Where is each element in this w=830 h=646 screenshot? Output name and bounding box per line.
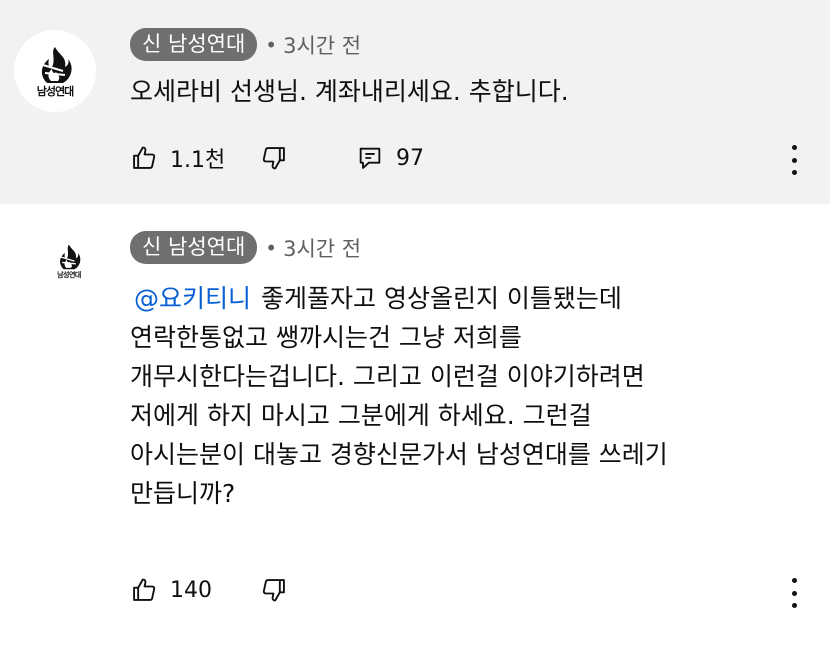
comment-line: 만듭니까?: [130, 479, 236, 508]
more-options-button[interactable]: [784, 145, 804, 175]
flame-logo-icon: [41, 47, 72, 83]
separator-dot: •: [265, 32, 278, 57]
timestamp[interactable]: 3시간 전: [283, 30, 361, 60]
timestamp[interactable]: 3시간 전: [283, 233, 361, 263]
dislike-button[interactable]: [260, 144, 356, 172]
thumb-down-icon: [262, 579, 285, 602]
thumb-up-icon: [133, 578, 156, 601]
avatar-label: 남성연대: [36, 85, 74, 98]
like-count: 140: [170, 577, 212, 603]
like-count: 1.1천: [170, 148, 226, 173]
comment-line: 개무시한다는겁니다. 그리고 이런걸 이야기하려면: [130, 362, 645, 391]
more-vert-icon: [791, 145, 797, 150]
author-name[interactable]: 신 남성연대: [130, 231, 258, 264]
avatar[interactable]: 남성연대: [40, 232, 98, 290]
comment-header: 신 남성연대 • 3시간 전: [130, 231, 361, 264]
more-vert-icon: [791, 578, 797, 583]
like-button[interactable]: 1.1천: [130, 142, 260, 174]
author-name[interactable]: 신 남성연대: [130, 28, 258, 61]
comment-line: 아시는분이 대놓고 경향신문가서 남성연대를 쓰레기: [130, 440, 668, 469]
comment-line: @요키티니 좋게풀자고 영상올린지 이틀됐는데: [130, 279, 668, 318]
avatar[interactable]: 남성연대: [14, 30, 96, 112]
comment-text: @요키티니 좋게풀자고 영상올린지 이틀됐는데 연락한통없고 쌩까시는건 그냥 저…: [130, 279, 668, 513]
avatar-label: 남성연대: [57, 271, 81, 279]
separator-dot: •: [265, 235, 278, 260]
reply-icon: [359, 147, 381, 169]
comment-actions: 1.1천 97: [130, 142, 424, 174]
comment: 남성연대 신 남성연대 • 3시간 전 @요키티니 좋게풀자고 영상올린지 이틀됐…: [0, 204, 830, 646]
thumb-up-icon: [133, 146, 156, 169]
comment-text: 오세라비 선생님. 계좌내리세요. 추합니다.: [130, 72, 569, 111]
comment-line: 오세라비 선생님. 계좌내리세요. 추합니다.: [130, 77, 569, 106]
comment-actions: 140: [130, 576, 356, 604]
thumb-down-icon: [262, 147, 285, 170]
user-mention-link[interactable]: @요키티니: [134, 284, 251, 313]
reply-count: 97: [396, 145, 424, 171]
dislike-button[interactable]: [260, 576, 356, 604]
more-options-button[interactable]: [784, 578, 804, 608]
like-button[interactable]: 140: [130, 576, 260, 604]
reply-button[interactable]: 97: [356, 144, 424, 172]
comment-line: 저에게 하지 마시고 그분에게 하세요. 그런걸: [130, 401, 592, 430]
flame-logo-icon: [60, 244, 81, 270]
comment-line: 연락한통없고 쌩까시는건 그냥 저희를: [130, 323, 522, 352]
comment-line-text: 좋게풀자고 영상올린지 이틀됐는데: [261, 284, 622, 313]
comment-highlighted: 남성연대 신 남성연대 • 3시간 전 오세라비 선생님. 계좌내리세요. 추합…: [0, 0, 830, 204]
comment-header: 신 남성연대 • 3시간 전: [130, 28, 361, 61]
